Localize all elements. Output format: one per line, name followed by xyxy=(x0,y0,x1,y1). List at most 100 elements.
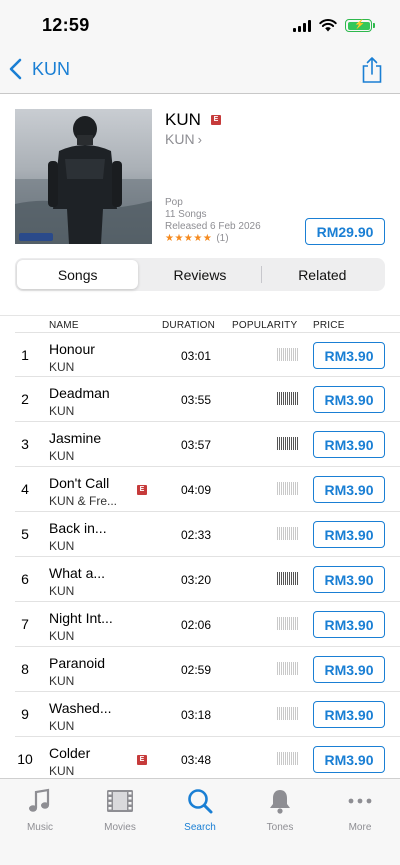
back-label: KUN xyxy=(32,58,71,79)
album-title-text: KUN xyxy=(165,110,201,129)
share-icon[interactable] xyxy=(360,56,384,84)
column-name-header: NAME xyxy=(49,320,79,331)
tab-reviews[interactable]: Reviews xyxy=(139,260,260,289)
tab-movies[interactable]: Movies xyxy=(80,779,160,865)
buy-song-button[interactable]: RM3.90 xyxy=(313,386,385,413)
rating-count: (1) xyxy=(216,233,229,244)
popularity-bar xyxy=(285,437,286,450)
track-number: 5 xyxy=(21,526,29,542)
tab-search[interactable]: Search xyxy=(160,779,240,865)
buy-song-button[interactable]: RM3.90 xyxy=(313,701,385,728)
popularity-meter xyxy=(277,617,298,630)
buy-song-button[interactable]: RM3.90 xyxy=(313,521,385,548)
track-title: Jasmine xyxy=(49,430,102,446)
popularity-bar xyxy=(297,662,298,675)
popularity-bar xyxy=(283,392,284,405)
table-row[interactable]: 3 Jasmine KUN 03:57 RM3.90 xyxy=(15,422,400,467)
popularity-bar xyxy=(277,482,278,495)
track-duration: 03:48 xyxy=(181,753,212,767)
popularity-bar xyxy=(295,437,296,450)
tab-music[interactable]: Music xyxy=(0,779,80,865)
track-title: Don't Call xyxy=(49,475,110,491)
popularity-bar xyxy=(279,752,280,765)
buy-song-button[interactable]: RM3.90 xyxy=(313,431,385,458)
track-duration: 03:01 xyxy=(181,349,212,363)
explicit-badge: E xyxy=(210,115,221,125)
track-number: 3 xyxy=(21,436,29,452)
popularity-bar xyxy=(277,752,278,765)
table-row[interactable]: 9 Washed... KUN 03:18 RM3.90 xyxy=(15,692,400,737)
popularity-bar xyxy=(291,572,292,585)
tab-music-label: Music xyxy=(26,822,54,833)
popularity-bar xyxy=(283,707,284,720)
popularity-bar xyxy=(283,752,284,765)
buy-song-button[interactable]: RM3.90 xyxy=(313,611,385,638)
popularity-bar xyxy=(295,707,296,720)
popularity-bar xyxy=(289,437,290,450)
popularity-bar xyxy=(283,348,284,361)
popularity-bar xyxy=(279,662,280,675)
album-artwork[interactable] xyxy=(15,109,152,244)
tab-tones[interactable]: Tones xyxy=(240,779,320,865)
popularity-bar xyxy=(289,482,290,495)
song-list: 1 Honour KUN 03:01 RM3.90 2 Deadman KUN 03:55 RM3… xyxy=(0,332,400,782)
popularity-bar xyxy=(293,662,294,675)
buy-song-button[interactable]: RM3.90 xyxy=(313,476,385,503)
popularity-meter xyxy=(277,392,298,405)
album-rating[interactable]: ★★★★★ (1) xyxy=(165,233,229,244)
tab-related[interactable]: Related xyxy=(262,260,383,289)
popularity-bar xyxy=(289,527,290,540)
battery-icon: ⚡ xyxy=(345,19,375,32)
track-number: 1 xyxy=(21,347,29,363)
popularity-bar xyxy=(283,662,284,675)
table-row[interactable]: 8 Paranoid KUN 02:59 RM3.90 xyxy=(15,647,400,692)
table-row[interactable]: 5 Back in... KUN 02:33 RM3.90 xyxy=(15,512,400,557)
table-row[interactable]: 4 Don't Call KUN & Fre... E 04:09 RM3.90 xyxy=(15,467,400,512)
popularity-bar xyxy=(277,527,278,540)
table-row[interactable]: 10 Colder KUN E 03:48 RM3.90 xyxy=(15,737,400,782)
table-row[interactable]: 7 Night Int... KUN 02:06 RM3.90 xyxy=(15,602,400,647)
tab-more-label: More xyxy=(348,822,372,833)
popularity-bar xyxy=(287,572,288,585)
popularity-bar xyxy=(281,662,282,675)
popularity-bar xyxy=(297,348,298,361)
buy-song-button[interactable]: RM3.90 xyxy=(313,566,385,593)
tab-tones-label: Tones xyxy=(266,822,294,833)
buy-song-button[interactable]: RM3.90 xyxy=(313,342,385,369)
popularity-bar xyxy=(285,707,286,720)
tab-more[interactable]: More xyxy=(320,779,400,865)
popularity-meter xyxy=(277,527,298,540)
popularity-bar xyxy=(289,662,290,675)
back-button[interactable]: KUN xyxy=(8,58,70,80)
buy-album-button[interactable]: RM29.90 xyxy=(305,218,385,245)
table-row[interactable]: 6 What a... KUN 03:20 RM3.90 xyxy=(15,557,400,602)
tab-songs[interactable]: Songs xyxy=(17,260,139,289)
popularity-bar xyxy=(291,617,292,630)
popularity-bar xyxy=(293,572,294,585)
popularity-bar xyxy=(281,437,282,450)
popularity-bar xyxy=(289,348,290,361)
popularity-bar xyxy=(293,348,294,361)
popularity-bar xyxy=(291,482,292,495)
album-artist-link[interactable]: KUN › xyxy=(165,131,202,147)
status-bar: 12:59 ⚡ xyxy=(0,0,400,50)
table-row[interactable]: 2 Deadman KUN 03:55 RM3.90 xyxy=(15,377,400,422)
popularity-bar xyxy=(295,482,296,495)
explicit-badge: E xyxy=(137,755,147,765)
buy-song-button[interactable]: RM3.90 xyxy=(313,656,385,683)
popularity-bar xyxy=(287,707,288,720)
track-title: Deadman xyxy=(49,385,110,401)
popularity-bar xyxy=(291,348,292,361)
popularity-bar xyxy=(279,572,280,585)
music-note-icon xyxy=(29,788,50,812)
popularity-bar xyxy=(283,572,284,585)
popularity-bar xyxy=(287,482,288,495)
album-title: KUN E xyxy=(165,110,221,130)
track-artist: KUN xyxy=(49,404,75,418)
buy-song-button[interactable]: RM3.90 xyxy=(313,746,385,773)
tab-search-label: Search xyxy=(184,822,216,833)
popularity-bar xyxy=(277,392,278,405)
popularity-bar xyxy=(291,437,292,450)
table-row[interactable]: 1 Honour KUN 03:01 RM3.90 xyxy=(15,332,400,377)
popularity-bar xyxy=(287,617,288,630)
